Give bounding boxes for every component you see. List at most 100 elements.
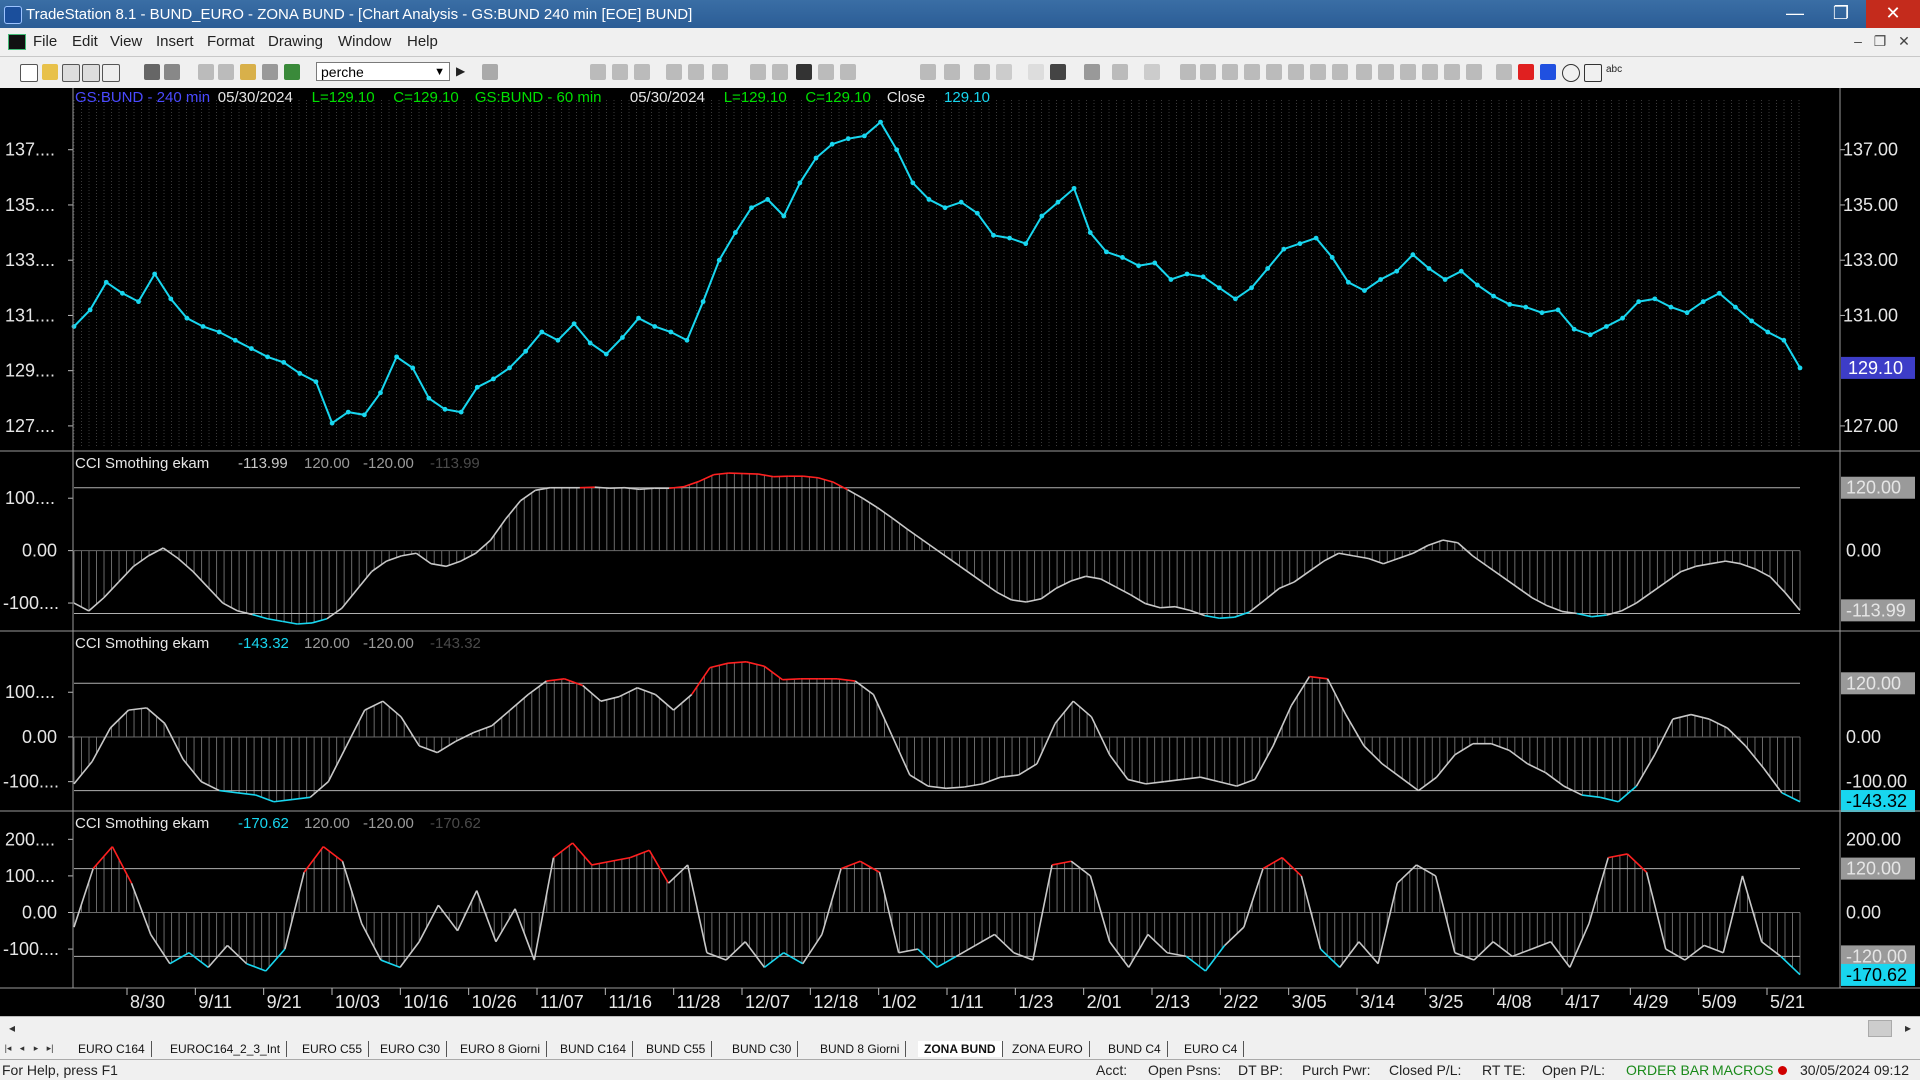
sheet-tab[interactable]: EURO C30 [374,1041,448,1057]
time-sales-icon[interactable] [840,64,856,80]
andrews-pitchfork-icon[interactable] [1332,64,1348,80]
order-bar-toggle[interactable]: ORDER BAR [1626,1062,1709,1078]
workspace-icon[interactable] [198,64,214,80]
new-icon[interactable] [20,64,38,82]
minimize-button[interactable]: — [1772,0,1818,28]
sheet-tab[interactable]: EUROC164_2_3_Int [164,1041,288,1057]
indicator-icon[interactable] [666,64,682,80]
bar-chart-icon[interactable] [612,64,628,80]
globe-icon[interactable] [284,64,300,80]
matrix-icon[interactable] [796,64,812,80]
tab-first-icon[interactable]: |◂ [2,1042,14,1055]
scroll-right-icon[interactable]: ▸ [1900,1020,1916,1036]
lock-icon[interactable] [240,64,256,80]
channel-icon[interactable] [1400,64,1416,80]
menu-edit[interactable]: Edit [72,33,98,50]
insert-bar-icon[interactable] [920,64,936,80]
hot-lists-icon[interactable] [818,64,834,80]
pencil-icon[interactable] [1466,64,1482,80]
sheet-tab[interactable]: ZONA EURO [1006,1041,1090,1057]
print-icon[interactable] [164,64,180,80]
tool-icon[interactable] [262,64,278,80]
rectangle-icon[interactable] [1584,64,1602,82]
sheet-tab[interactable]: BUND C4 [1102,1041,1168,1057]
chart-analysis-window[interactable]: GS:BUND - 240 min 05/30/2024 L=129.10 C=129… [0,88,1920,1025]
maximize-button[interactable]: ❐ [1818,0,1864,28]
tools-icon[interactable] [1084,64,1100,80]
cci-line-segment [222,602,239,612]
open-icon[interactable] [42,64,58,80]
options-icon[interactable] [1144,64,1160,80]
sheet-tab[interactable]: BUND C55 [640,1041,713,1057]
trendline-icon[interactable] [1180,64,1196,80]
speed-line-icon[interactable] [1266,64,1282,80]
sheet-tab[interactable]: BUND C30 [726,1041,799,1057]
menu-file[interactable]: File [33,33,57,50]
cci-ghost-value: -143.32 [430,635,481,652]
format-icon[interactable] [82,64,100,82]
sheet-tab[interactable]: EURO C4 [1178,1041,1245,1057]
arc-icon[interactable] [1444,64,1460,80]
cci-line-segment [1263,587,1280,602]
menu-help[interactable]: Help [407,33,438,50]
strategy-icon[interactable] [688,64,704,80]
arrow-horizontal-icon[interactable] [1378,64,1394,80]
save-icon[interactable] [144,64,160,80]
zoom-in-icon[interactable] [974,64,990,80]
sheet-tab[interactable]: EURO 8 Giorni [454,1041,548,1057]
macros-toggle[interactable]: MACROS [1712,1062,1773,1078]
play-icon[interactable]: ▶ [456,64,472,80]
chart-horizontal-scrollbar[interactable]: ◂ ▸ [0,1016,1920,1039]
menu-format[interactable]: Format [207,33,255,50]
new-window-icon[interactable] [62,64,80,82]
tradestation-app-icon[interactable] [4,6,22,24]
sheet-tab[interactable]: BUND C164 [554,1041,634,1057]
down-arrow-icon[interactable] [1518,64,1534,80]
menu-drawing[interactable]: Drawing [268,33,323,50]
data-window-icon[interactable] [1050,64,1066,80]
menu-insert[interactable]: Insert [156,33,194,50]
ellipse-icon[interactable] [1562,64,1580,82]
search-icon[interactable] [482,64,498,80]
tab-prev-icon[interactable]: ◂ [16,1042,28,1055]
scroll-left-icon[interactable]: ◂ [4,1020,20,1036]
parallel-lines-icon[interactable] [1422,64,1438,80]
angle-icon[interactable] [1356,64,1372,80]
grid-icon[interactable] [634,64,650,80]
close-button[interactable]: ✕ [1866,0,1920,28]
curve-icon[interactable] [1496,64,1512,80]
sheet-tab[interactable]: EURO C55 [296,1041,370,1057]
pointer-icon[interactable] [1028,64,1044,80]
symbol-combo[interactable]: perche ▼ [316,62,450,81]
tab-last-icon[interactable]: ▸| [44,1042,56,1055]
fibonacci-icon[interactable] [1244,64,1260,80]
text-icon[interactable]: abc [1606,64,1622,80]
chart-canvas[interactable]: GS:BUND - 240 min 05/30/2024 L=129.10 C=129… [0,88,1920,1016]
sheet-tab[interactable]: BUND 8 Giorni [814,1041,907,1057]
chevron-down-icon[interactable]: ▼ [434,63,445,82]
mdi-close-button[interactable]: ✕ [1894,32,1914,50]
remove-bar-icon[interactable] [944,64,960,80]
zoom-out-icon[interactable] [996,64,1012,80]
tab-next-icon[interactable]: ▸ [30,1042,42,1055]
mdi-minimize-button[interactable]: – [1848,32,1868,50]
regression-icon[interactable] [1310,64,1326,80]
sheet-tab[interactable]: EURO C164 [72,1041,152,1057]
sheet-tab[interactable]: ZONA BUND [918,1041,1003,1057]
alert-icon[interactable] [1112,64,1128,80]
chart-window-icon[interactable] [8,34,26,50]
menu-window[interactable]: Window [338,33,391,50]
gann-fan-icon[interactable] [1288,64,1304,80]
vertical-line-icon[interactable] [1200,64,1216,80]
mdi-restore-button[interactable]: ❐ [1870,32,1890,50]
menu-view[interactable]: View [110,33,142,50]
radar-icon[interactable] [772,64,788,80]
copy-icon[interactable] [102,64,120,82]
scrollbar-thumb[interactable] [1868,1020,1892,1037]
scan-icon[interactable] [750,64,766,80]
up-arrow-icon[interactable] [1540,64,1556,80]
horizontal-line-icon[interactable] [1222,64,1238,80]
drawing-icon[interactable] [712,64,728,80]
chart-type-icon[interactable] [590,64,606,80]
page-icon[interactable] [218,64,234,80]
